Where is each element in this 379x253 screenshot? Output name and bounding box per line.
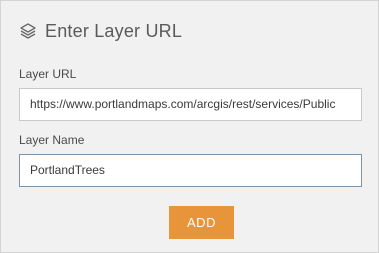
- layer-url-input[interactable]: https://www.portlandmaps.com/arcgis/rest…: [19, 88, 362, 121]
- layers-icon: [19, 22, 37, 40]
- add-button[interactable]: ADD: [169, 206, 234, 239]
- layer-url-label: Layer URL: [19, 67, 77, 81]
- panel-title: Enter Layer URL: [45, 20, 183, 41]
- panel-header: Enter Layer URL: [19, 19, 182, 43]
- enter-layer-url-panel: Enter Layer URL Layer URL https://www.po…: [0, 0, 379, 253]
- layer-name-input[interactable]: PortlandTrees: [19, 154, 362, 187]
- layer-name-label: Layer Name: [19, 133, 85, 147]
